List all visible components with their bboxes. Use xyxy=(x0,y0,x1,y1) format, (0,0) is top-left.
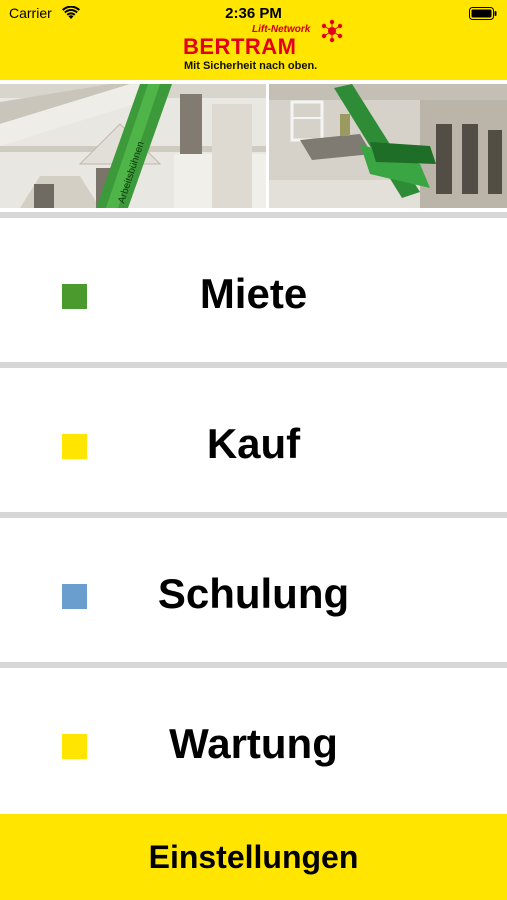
network-dots-icon xyxy=(321,19,343,43)
schulung-label: Schulung xyxy=(157,570,350,617)
logo-slogan: Mit Sicherheit nach oben. xyxy=(184,60,318,72)
wartung-label: Wartung xyxy=(169,720,338,767)
app-header: Carrier 2:36 PM Lift-Network BERTRAM Mit… xyxy=(0,0,507,80)
kauf-label: Kauf xyxy=(206,420,301,467)
bertram-logo: Lift-Network BERTRAM Mit Sicherheit nach… xyxy=(183,19,353,76)
settings-label: Einstellungen xyxy=(148,839,359,875)
menu-button-wartung[interactable]: Wartung xyxy=(0,662,507,804)
header-banner-image: Arbeitsbühnen xyxy=(0,84,507,208)
battery-icon xyxy=(469,7,497,20)
status-time: 2:36 PM xyxy=(225,5,282,22)
logo-brand-text: BERTRAM xyxy=(183,34,297,59)
miete-label: Miete xyxy=(199,270,308,317)
menu-button-schulung[interactable]: Schulung xyxy=(0,512,507,654)
menu-button-kauf[interactable]: Kauf xyxy=(0,362,507,504)
menu-button-miete[interactable]: Miete xyxy=(0,212,507,354)
settings-button[interactable]: Einstellungen xyxy=(0,814,507,900)
